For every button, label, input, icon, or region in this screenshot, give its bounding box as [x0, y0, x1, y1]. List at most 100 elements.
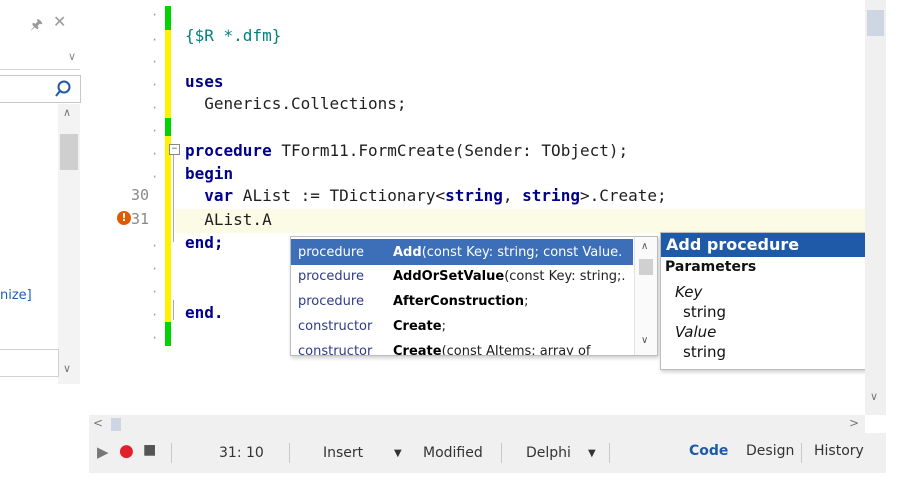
stop-icon[interactable]: ■ [143, 442, 156, 458]
completion-item[interactable]: constructor Create(const AItems: array o… [291, 338, 633, 356]
keyword: string [445, 186, 503, 205]
code-line: end; [185, 233, 224, 252]
scroll-up-icon[interactable]: ∧ [63, 106, 71, 119]
language-selector[interactable]: Delphi [526, 445, 571, 461]
gutter-dot: · [151, 8, 159, 22]
completion-kind: procedure [298, 294, 364, 309]
code-text: , [502, 186, 523, 205]
saved-change-marker [165, 6, 171, 30]
gutter-dot: · [151, 147, 159, 161]
scroll-right-icon[interactable]: > [849, 416, 859, 430]
divider [171, 443, 172, 463]
completion-params: (const Key: string;. [504, 269, 626, 284]
fold-line [173, 300, 174, 320]
code-line: uses [185, 72, 224, 91]
scroll-down-icon[interactable]: ∨ [870, 390, 878, 403]
completion-params: (const AItems: array of [441, 344, 591, 356]
completion-signature: Create; [393, 319, 446, 334]
param-type: string [683, 303, 727, 321]
insert-mode[interactable]: Insert [323, 445, 363, 461]
completion-name: Add [393, 245, 422, 260]
completion-signature: Add(const Key: string; const Value. [393, 245, 622, 260]
param-name: Key [675, 283, 703, 301]
completion-name: AddOrSetValue [393, 269, 505, 284]
scroll-thumb[interactable] [639, 259, 653, 275]
gutter-dot: · [151, 170, 159, 184]
scroll-down-icon[interactable]: ∨ [641, 335, 648, 346]
scroll-down-icon[interactable]: ∨ [63, 362, 71, 375]
code-text: >.Create; [579, 186, 667, 205]
code-text: TForm11.FormCreate(Sender: TObject); [271, 141, 629, 160]
completion-kind: procedure [298, 245, 364, 260]
scroll-thumb[interactable] [867, 10, 884, 36]
gutter-dot: · [151, 331, 159, 345]
panel-combo[interactable]: ∨ [0, 49, 80, 70]
panel-item-text[interactable]: nize] [0, 288, 32, 303]
completion-signature: Create(const AItems: array of [393, 344, 591, 356]
code-line: var AList := TDictionary<string, string>… [185, 186, 667, 205]
completion-item[interactable]: procedure AfterConstruction; [291, 288, 633, 314]
gutter-dot: · [151, 55, 159, 69]
keyword: procedure [185, 141, 272, 160]
completion-signature: AddOrSetValue(const Key: string;. [393, 269, 626, 284]
scroll-thumb[interactable] [60, 134, 78, 170]
code-line: Generics.Collections; [185, 94, 407, 113]
completion-name: AfterConstruction [393, 294, 525, 309]
code-line: procedure TForm11.FormCreate(Sender: TOb… [185, 141, 628, 160]
tab-code[interactable]: Code [689, 443, 728, 459]
completion-item[interactable]: procedure Add(const Key: string; const V… [291, 239, 633, 265]
code-line: {$R *.dfm} [185, 26, 282, 45]
line-number: 30 [130, 186, 149, 204]
divider [801, 443, 802, 463]
close-icon[interactable]: ✕ [53, 12, 66, 31]
completion-item[interactable]: constructor Create; [291, 313, 633, 339]
gutter-dot: · [151, 78, 159, 92]
help-insight-popup: Add procedure Parameters Key string Valu… [660, 232, 879, 370]
editor-vertical-scrollbar[interactable]: ∨ [865, 0, 886, 415]
play-icon[interactable]: ▶ [97, 443, 109, 461]
completion-item[interactable]: procedure AddOrSetValue(const Key: strin… [291, 263, 633, 289]
completion-signature: AfterConstruction; [393, 294, 528, 309]
saved-change-marker [165, 322, 171, 346]
cursor-position: 31: 10 [219, 445, 264, 461]
divider [289, 443, 290, 463]
scroll-left-icon[interactable]: < [93, 416, 103, 430]
gutter-dot: · [151, 239, 159, 253]
completion-kind: procedure [298, 269, 364, 284]
gutter-dot: · [151, 101, 159, 115]
scroll-thumb[interactable] [111, 418, 121, 431]
dropdown-arrow-icon[interactable]: ▼ [394, 448, 402, 459]
gutter-dot: · [151, 308, 159, 322]
completion-scrollbar[interactable]: ∧ ∨ [634, 237, 657, 355]
code-line-current: AList.A [185, 210, 272, 229]
completion-kind: constructor [298, 319, 373, 334]
saved-change-marker [165, 118, 171, 136]
current-line-highlight [175, 209, 865, 233]
tab-history[interactable]: History [814, 443, 864, 459]
panel-scrollbar[interactable]: ∧ ∨ [58, 104, 80, 384]
tool-panel: 🖈 ✕ ∨ ∧ ∨ nize] [0, 0, 89, 400]
change-bar [165, 6, 171, 346]
record-icon[interactable]: ● [119, 441, 134, 461]
completion-name: Create [393, 319, 442, 334]
completion-params: ; [441, 319, 446, 334]
keyword: var [185, 186, 234, 205]
fold-toggle-icon[interactable]: − [169, 144, 180, 155]
panel-field[interactable] [0, 349, 59, 377]
completion-name: Create [393, 344, 442, 356]
search-input[interactable] [0, 75, 81, 103]
code-text: AList := TDictionary< [233, 186, 446, 205]
tab-design[interactable]: Design [746, 443, 794, 459]
dropdown-arrow-icon[interactable]: ▼ [588, 448, 596, 459]
pin-icon[interactable]: 🖈 [30, 14, 43, 38]
search-icon[interactable] [54, 80, 72, 98]
gutter-dot: · [151, 262, 159, 276]
code-line: begin [185, 164, 234, 183]
code-completion-list[interactable]: procedure Add(const Key: string; const V… [290, 236, 658, 356]
chevron-down-icon[interactable]: ∨ [68, 50, 76, 63]
gutter-dot: · [151, 285, 159, 299]
divider [501, 443, 502, 463]
editor-horizontal-scrollbar[interactable]: < > [89, 415, 865, 433]
help-title: Add procedure [661, 233, 878, 257]
scroll-up-icon[interactable]: ∧ [641, 241, 648, 252]
